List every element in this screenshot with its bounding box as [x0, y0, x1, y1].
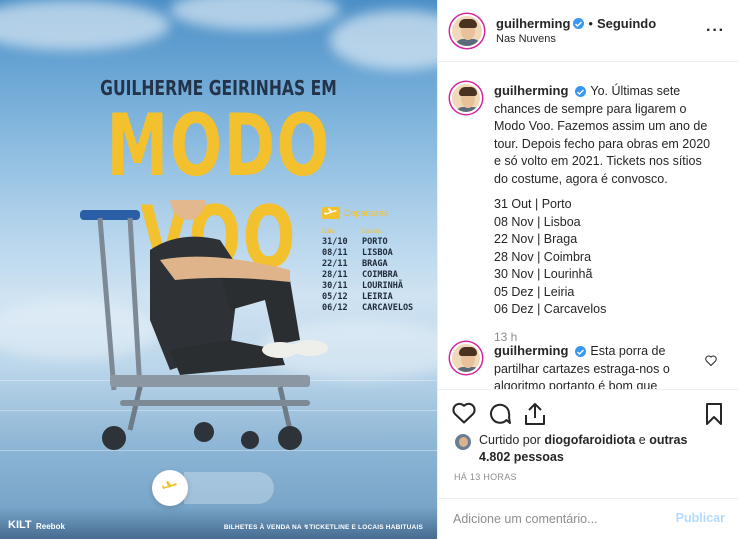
separator-dot: • [588, 16, 593, 31]
comment-like-heart-icon[interactable] [705, 353, 717, 371]
dep-city: CARCAVELOS [362, 303, 414, 313]
heart-icon[interactable] [452, 402, 476, 429]
verified-icon [573, 18, 585, 29]
dep-city: BRAGA [362, 259, 388, 269]
caption-text: Yo. Últimas sete chances de sempre para … [494, 84, 711, 186]
post-panel: guilherming • Seguindo Nas Nuvens ··· gu… [437, 0, 738, 539]
tour-date: 06 Dez | Carcavelos [494, 302, 607, 316]
cloud [170, 0, 340, 30]
caption-username[interactable]: guilherming [494, 83, 568, 98]
likes-middle: e [635, 433, 646, 447]
comment-icon[interactable] [488, 402, 512, 431]
likes-prefix: Curtido por [479, 433, 545, 447]
airplane-mode-slider-track [184, 472, 274, 504]
airplane-mode-icon [152, 470, 188, 506]
avatar[interactable] [450, 82, 482, 114]
post-age[interactable]: HÁ 13 HORAS [454, 472, 517, 482]
liker-username[interactable]: diogofaroidiota [544, 433, 635, 447]
dep-city: COIMBRA [362, 270, 398, 280]
tour-date: 30 Nov | Lourinhã [494, 267, 593, 281]
dep-city: LEIRIA [362, 292, 393, 302]
tour-dates: 31 Out | Porto 08 Nov | Lisboa 22 Nov | … [494, 196, 719, 319]
comment-username[interactable]: guilherming [494, 343, 568, 358]
tour-date: 28 Nov | Coimbra [494, 249, 592, 264]
comment-input[interactable] [453, 512, 663, 526]
tour-date: 22 Nov | Braga [494, 232, 578, 246]
cloud [330, 10, 437, 70]
more-options-button[interactable]: ··· [706, 22, 725, 40]
share-icon[interactable] [524, 402, 546, 431]
departures-col-dest: Destino [362, 229, 383, 235]
liker-avatar[interactable] [454, 433, 472, 451]
man-on-luggage-cart [80, 200, 328, 450]
tour-date: 05 Dez | Leiria [494, 284, 575, 299]
comment-form: Publicar [438, 498, 738, 539]
location-link[interactable]: Nas Nuvens [496, 33, 656, 45]
header-username[interactable]: guilherming [496, 16, 570, 31]
bookmark-icon[interactable] [705, 402, 723, 431]
tour-date: 08 Nov | Lisboa [494, 214, 581, 229]
comments-list[interactable]: guilherming Yo. Últimas sete chances de s… [438, 62, 738, 389]
comment: guilherming Esta porra de partilhar carta… [450, 342, 720, 389]
dep-city: PORTO [362, 237, 388, 247]
verified-icon [575, 346, 587, 358]
verified-icon [575, 86, 587, 98]
post-image[interactable]: GUILHERME GEIRINHAS EM MODO VOO Departur… [0, 0, 437, 539]
post-actions: Curtido por diogofaroidiota e outras 4.8… [438, 389, 738, 498]
dep-city: LOURINHÃ [362, 281, 403, 291]
publish-button[interactable]: Publicar [676, 511, 725, 525]
tickets-info: BILHETES À VENDA NA ↯TICKETLINE E LOCAIS… [223, 524, 423, 531]
cloud [0, 0, 170, 50]
avatar[interactable] [450, 13, 484, 48]
post-header: guilherming • Seguindo Nas Nuvens ··· [438, 0, 738, 62]
dep-city: LISBOA [362, 248, 393, 258]
departures-title: Departures [344, 208, 389, 218]
tour-date: 31 Out | Porto [494, 197, 572, 211]
following-button[interactable]: Seguindo [597, 16, 656, 31]
likes-summary[interactable]: Curtido por diogofaroidiota e outras 4.8… [454, 432, 689, 466]
reebok-logo: Reebok [36, 522, 65, 531]
avatar[interactable] [450, 342, 482, 374]
caption: guilherming Yo. Últimas sete chances de s… [450, 82, 720, 346]
kilt-logo: KILT [8, 519, 32, 531]
